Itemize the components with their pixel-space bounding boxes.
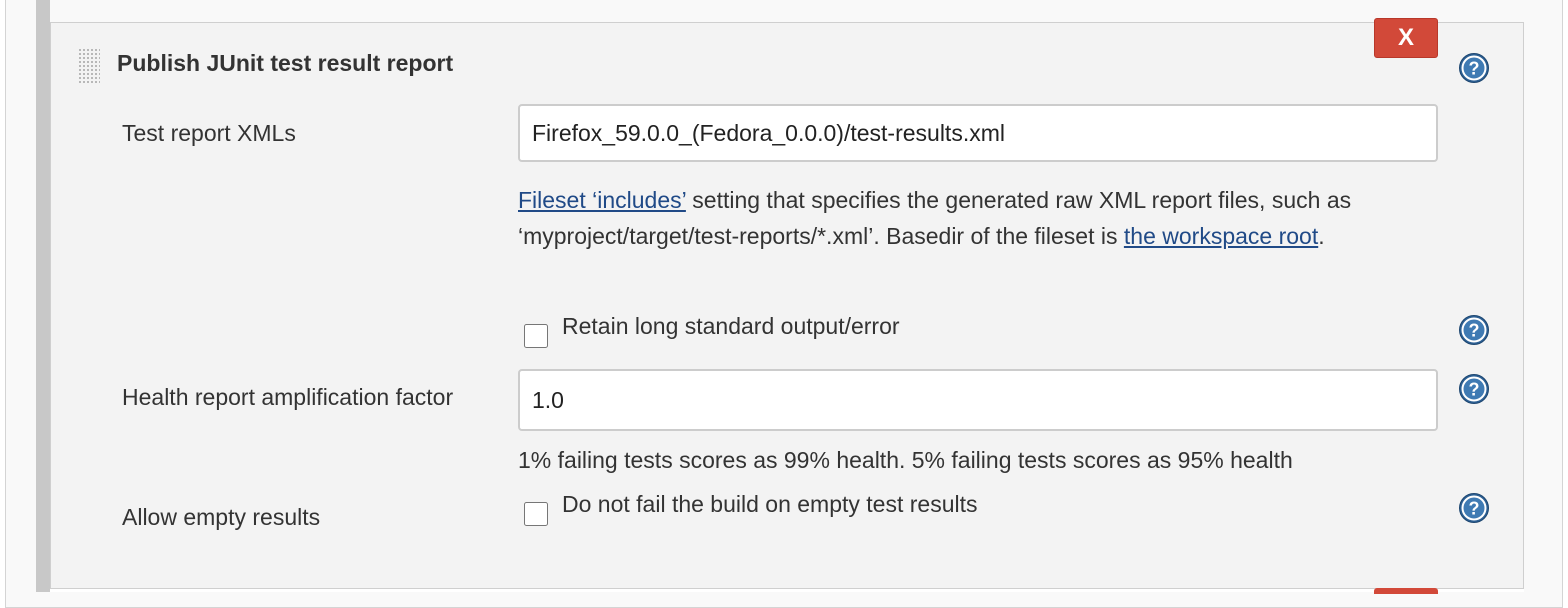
help-icon-retain-output[interactable]: ? — [1458, 314, 1490, 346]
health-factor-label: Health report amplification factor — [122, 384, 454, 410]
help-icon-health-factor[interactable]: ? — [1458, 373, 1490, 405]
health-factor-help: 1% failing tests scores as 99% health. 5… — [518, 447, 1293, 473]
next-delete-button[interactable] — [1374, 588, 1438, 594]
test-report-xmls-input[interactable] — [518, 104, 1438, 162]
fileset-includes-link[interactable]: Fileset ‘includes’ — [518, 187, 686, 213]
svg-text:?: ? — [1469, 380, 1480, 400]
section-left-bar — [36, 0, 50, 592]
retain-output-label[interactable]: Retain long standard output/error — [562, 313, 900, 340]
allow-empty-checkbox[interactable] — [524, 502, 548, 526]
health-factor-input[interactable] — [518, 369, 1438, 431]
section-title: Publish JUnit test result report — [117, 50, 454, 76]
help-icon[interactable]: ? — [1458, 52, 1490, 84]
allow-empty-label: Allow empty results — [122, 504, 321, 530]
allow-empty-checkbox-label[interactable]: Do not fail the build on empty test resu… — [562, 491, 978, 518]
svg-text:?: ? — [1469, 321, 1480, 341]
help-icon-allow-empty[interactable]: ? — [1458, 492, 1490, 524]
drag-handle-icon[interactable] — [78, 48, 100, 84]
help-text-part2: . — [1318, 223, 1325, 249]
test-report-xmls-help: Fileset ‘includes’ setting that specifie… — [518, 182, 1438, 254]
test-report-xmls-label: Test report XMLs — [122, 120, 296, 146]
delete-button[interactable]: X — [1374, 18, 1438, 58]
next-section-edge — [50, 588, 1524, 592]
workspace-root-link[interactable]: the workspace root — [1124, 223, 1318, 249]
retain-output-checkbox[interactable] — [524, 324, 548, 348]
svg-text:?: ? — [1469, 499, 1480, 519]
svg-text:?: ? — [1469, 59, 1480, 79]
